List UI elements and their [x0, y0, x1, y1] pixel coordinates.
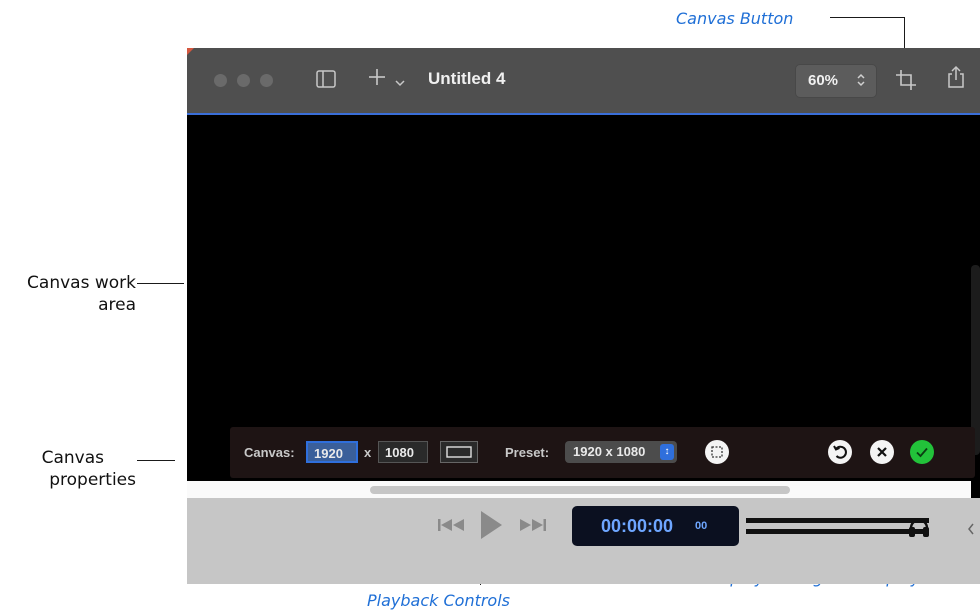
timecode-display: 00:00:00 00 — [572, 506, 739, 546]
progress-display — [746, 518, 929, 536]
sidebar-toggle-icon[interactable] — [316, 70, 336, 93]
zoom-level-select[interactable]: 60% — [795, 64, 877, 98]
canvas-properties-line1: Canvas — [41, 448, 104, 468]
minimize-window-button[interactable] — [237, 74, 250, 87]
preset-chevron-icon: ↕ — [660, 444, 674, 460]
horizontal-scroll-thumb[interactable] — [370, 486, 790, 494]
headphones-icon[interactable] — [908, 514, 930, 543]
canvas-properties-leader — [137, 460, 175, 461]
chevron-left-icon[interactable] — [967, 522, 975, 540]
canvas-work-area-line1: Canvas work — [27, 273, 136, 293]
horizontal-scrollbar[interactable] — [187, 481, 971, 498]
chevron-down-icon[interactable] — [395, 74, 405, 92]
canvas-width-field[interactable]: 1920 — [306, 441, 358, 463]
progress-bar-top — [746, 518, 929, 523]
title-bar: Untitled 4 60% — [187, 48, 980, 115]
canvas-work-area-leader — [137, 283, 184, 284]
canvas-properties-callout: Canvas properties — [0, 447, 136, 491]
reset-icon[interactable] — [828, 440, 852, 464]
zoom-level-value: 60% — [808, 72, 839, 89]
progress-bar-bottom — [746, 529, 929, 534]
close-window-button[interactable] — [214, 74, 227, 87]
timecode-value: 00:00:00 — [601, 516, 674, 536]
canvas-button-leader-h — [830, 17, 905, 18]
timecode-frames: 00 — [695, 520, 708, 532]
share-icon[interactable] — [947, 65, 965, 94]
window-corner — [187, 48, 194, 55]
preset-select[interactable]: 1920 x 1080 ↕ — [565, 441, 677, 463]
zoom-window-button[interactable] — [260, 74, 273, 87]
app-window: Untitled 4 60% Canvas: 1920 x 1080 Prese… — [187, 48, 980, 584]
canvas-work-area[interactable]: Canvas: 1920 x 1080 Preset: 1920 x 1080 … — [187, 115, 980, 481]
canvas-work-area-callout: Canvas work area — [0, 272, 136, 316]
document-title: Untitled 4 — [428, 69, 506, 88]
transport-bar: 00:00:00 00 — [187, 498, 980, 584]
canvas-button-callout: Canvas Button — [676, 9, 794, 28]
aspect-rectangle-icon[interactable] — [440, 441, 478, 468]
confirm-icon[interactable] — [910, 440, 934, 464]
preset-value: 1920 x 1080 — [573, 444, 646, 459]
plus-icon[interactable] — [367, 67, 387, 92]
dimension-separator: x — [364, 445, 372, 460]
canvas-work-area-line2: area — [98, 295, 136, 315]
preset-label: Preset: — [505, 445, 550, 460]
zoom-stepper-icon — [856, 71, 866, 92]
canvas-size-label: Canvas: — [244, 445, 295, 460]
playback-controls-callout: Playback Controls — [367, 591, 510, 610]
canvas-properties-bar: Canvas: 1920 x 1080 Preset: 1920 x 1080 … — [230, 427, 975, 478]
cancel-icon[interactable] — [870, 440, 894, 464]
canvas-height-field[interactable]: 1080 — [378, 441, 428, 463]
crop-icon[interactable] — [895, 69, 917, 96]
crop-select-icon[interactable] — [705, 440, 729, 464]
skip-forward-icon[interactable] — [519, 518, 547, 537]
canvas-properties-line2: properties — [49, 470, 136, 490]
play-icon[interactable] — [479, 510, 503, 545]
skip-back-icon[interactable] — [437, 518, 465, 537]
